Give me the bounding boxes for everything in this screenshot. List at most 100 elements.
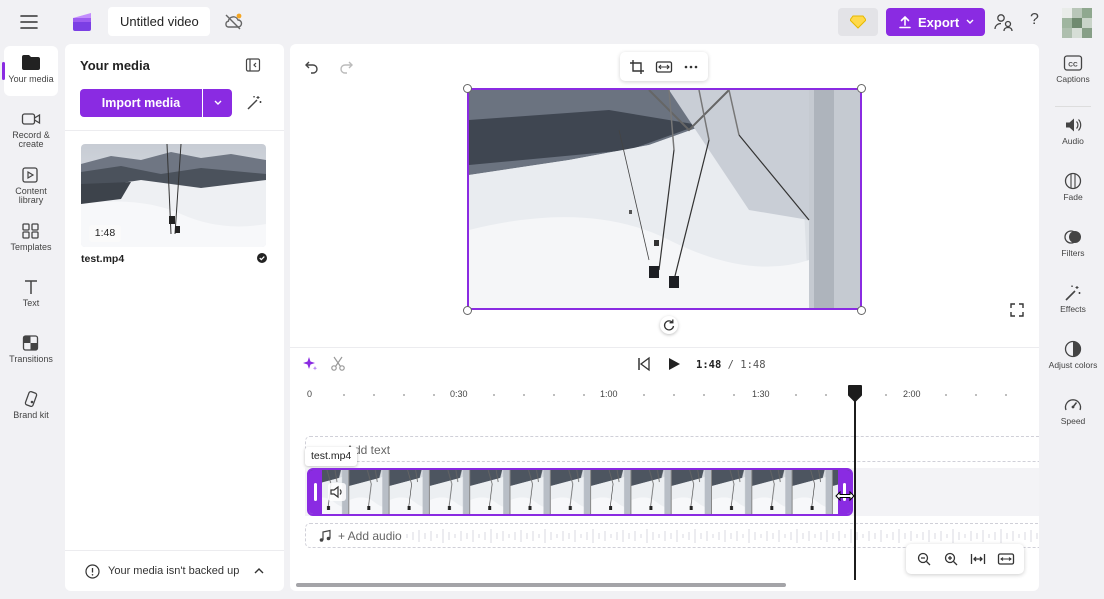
text-track[interactable]: Add text bbox=[305, 436, 1039, 462]
timecode: 1:48 / 1:48 bbox=[696, 359, 766, 371]
chevron-up-icon bbox=[254, 568, 264, 574]
nav-your-media[interactable]: Your media bbox=[2, 46, 58, 96]
nav-templates[interactable]: Templates bbox=[4, 214, 58, 264]
nav-transitions[interactable]: Transitions bbox=[4, 326, 58, 376]
nav-label: Text bbox=[22, 298, 40, 308]
divider bbox=[290, 347, 1039, 348]
import-dropdown-button[interactable] bbox=[203, 89, 232, 117]
skip-to-start-icon[interactable] bbox=[636, 356, 652, 372]
zoom-in-icon[interactable] bbox=[943, 551, 959, 567]
more-options-icon[interactable] bbox=[683, 59, 699, 75]
playhead-handle[interactable] bbox=[847, 384, 863, 402]
crop-icon[interactable] bbox=[629, 59, 645, 75]
resize-handle[interactable] bbox=[463, 306, 472, 315]
resize-handle[interactable] bbox=[463, 84, 472, 93]
transitions-icon bbox=[22, 335, 39, 351]
ai-sparkle-icon[interactable] bbox=[302, 356, 318, 372]
zoom-out-icon[interactable] bbox=[916, 551, 932, 567]
clip-volume-icon[interactable] bbox=[328, 483, 346, 501]
adjust-colors-icon bbox=[1064, 340, 1082, 358]
nav-label: Content library bbox=[15, 186, 47, 205]
panel-label: Captions bbox=[1056, 74, 1090, 84]
nav-content-library[interactable]: Content library bbox=[4, 158, 58, 208]
horizontal-scrollbar[interactable] bbox=[296, 583, 786, 587]
nav-brand-kit[interactable]: Brand kit bbox=[4, 382, 58, 432]
resize-handle[interactable] bbox=[857, 306, 866, 315]
magic-wand-icon bbox=[1065, 285, 1081, 301]
nav-label: Brand kit bbox=[13, 410, 49, 420]
fit-timeline-icon[interactable] bbox=[970, 551, 986, 567]
fade-icon bbox=[1064, 172, 1082, 190]
timeline-ruler[interactable]: 0 0:30 1:00 1:30 2:00 bbox=[290, 384, 1039, 404]
nav-label: Transitions bbox=[9, 354, 53, 364]
nav-record-create[interactable]: Record & create bbox=[4, 102, 58, 152]
undo-icon[interactable] bbox=[304, 58, 320, 74]
content-library-icon bbox=[22, 167, 38, 183]
speedometer-icon bbox=[1064, 399, 1082, 411]
nav-text[interactable]: Text bbox=[4, 270, 58, 320]
upload-icon bbox=[899, 15, 911, 29]
music-note-icon bbox=[319, 529, 331, 542]
nav-label: Your media bbox=[8, 74, 54, 84]
project-title-field[interactable]: Untitled video bbox=[108, 7, 210, 36]
checkmark-icon bbox=[257, 253, 267, 263]
export-label: Export bbox=[918, 14, 960, 30]
fit-icon[interactable] bbox=[655, 59, 673, 75]
top-bar: Untitled video Export ? bbox=[0, 0, 1104, 44]
media-panel-title: Your media bbox=[80, 58, 150, 73]
resize-handle[interactable] bbox=[857, 84, 866, 93]
collapse-panel-icon[interactable] bbox=[245, 57, 261, 73]
avatar[interactable] bbox=[1062, 8, 1092, 38]
nav-label: Templates bbox=[10, 242, 52, 252]
backup-notice-text: Your media isn't backed up bbox=[108, 565, 240, 577]
right-properties-panel: CC Captions Audio Fade Filters Effects A… bbox=[1045, 44, 1104, 599]
premium-diamond-button[interactable] bbox=[838, 8, 878, 36]
export-button[interactable]: Export bbox=[886, 8, 985, 36]
clipchamp-logo-icon bbox=[70, 10, 94, 34]
video-preview[interactable] bbox=[467, 88, 862, 310]
panel-captions[interactable]: CC Captions bbox=[1047, 46, 1099, 94]
help-icon[interactable]: ? bbox=[1030, 11, 1046, 33]
zoom-controls bbox=[906, 544, 1024, 574]
media-panel: Your media Import media 1:48 test.mp4 Yo… bbox=[65, 44, 284, 591]
cloud-sync-off-icon[interactable] bbox=[222, 11, 244, 33]
panel-adjust-colors[interactable]: Adjust colors bbox=[1047, 332, 1099, 380]
add-audio-label[interactable]: + Add audio bbox=[338, 529, 402, 543]
playhead[interactable] bbox=[854, 394, 856, 580]
total-time: / 1:48 bbox=[727, 359, 766, 371]
panel-audio[interactable]: Audio bbox=[1047, 108, 1099, 156]
panel-label: Adjust colors bbox=[1048, 360, 1098, 370]
video-clip[interactable] bbox=[307, 468, 853, 516]
import-media-button[interactable]: Import media bbox=[80, 89, 202, 117]
fullscreen-icon[interactable] bbox=[1009, 302, 1025, 318]
info-icon bbox=[85, 563, 100, 579]
templates-icon bbox=[22, 223, 39, 239]
share-people-icon[interactable] bbox=[993, 12, 1015, 32]
divider bbox=[65, 130, 284, 131]
timeline-view-icon[interactable] bbox=[997, 551, 1015, 567]
ruler-label: 2:00 bbox=[903, 389, 921, 399]
speaker-icon bbox=[1066, 118, 1082, 132]
nav-label: Record & create bbox=[12, 130, 50, 149]
scissors-icon[interactable] bbox=[330, 356, 346, 372]
backup-notice-bar[interactable]: Your media isn't backed up bbox=[65, 550, 284, 591]
panel-effects[interactable]: Effects bbox=[1047, 276, 1099, 324]
panel-filters[interactable]: Filters bbox=[1047, 220, 1099, 268]
panel-fade[interactable]: Fade bbox=[1047, 164, 1099, 212]
clip-trim-handle-left[interactable] bbox=[309, 470, 322, 514]
editor-area: 1:48 / 1:48 0 0:30 1:00 1:30 2:00 Add te… bbox=[290, 44, 1039, 591]
magic-wand-icon[interactable] bbox=[245, 94, 263, 112]
chevron-down-icon bbox=[214, 100, 221, 105]
ruler-label: 0:30 bbox=[450, 389, 468, 399]
panel-speed[interactable]: Speed bbox=[1047, 388, 1099, 436]
redo-icon[interactable] bbox=[338, 58, 354, 74]
panel-label: Audio bbox=[1062, 136, 1084, 146]
current-time: 1:48 bbox=[696, 359, 722, 371]
chevron-down-icon bbox=[966, 19, 974, 24]
panel-label: Effects bbox=[1060, 304, 1086, 314]
clip-name-tooltip: test.mp4 bbox=[305, 447, 358, 466]
rotate-icon[interactable] bbox=[660, 316, 678, 334]
play-icon[interactable] bbox=[666, 356, 682, 372]
hamburger-menu-icon[interactable] bbox=[18, 12, 40, 32]
audio-waveform-placeholder bbox=[406, 529, 1038, 543]
